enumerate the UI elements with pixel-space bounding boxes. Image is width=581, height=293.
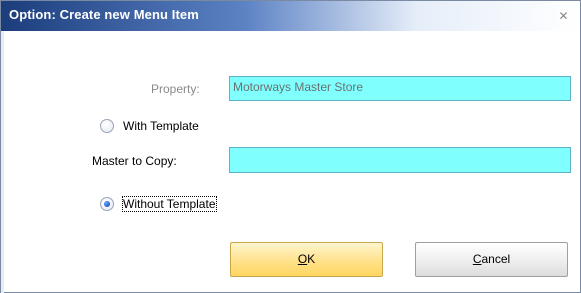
ok-label-rest: K (307, 252, 316, 266)
create-menu-item-dialog: Option: Create new Menu Item ✕ Property:… (0, 0, 581, 293)
window-left-edge (1, 31, 4, 293)
title-bar[interactable]: Option: Create new Menu Item ✕ (1, 1, 580, 31)
with-template-label[interactable]: With Template (123, 119, 199, 133)
master-to-copy-label: Master to Copy: (92, 154, 177, 168)
property-value: Motorways Master Store (233, 80, 364, 94)
radio-selected-dot (104, 201, 110, 207)
ok-button[interactable]: OK (230, 242, 383, 277)
ok-mnemonic: O (297, 252, 308, 266)
master-to-copy-field[interactable] (229, 147, 571, 173)
without-template-radio[interactable] (100, 197, 114, 211)
property-label: Property: (151, 82, 200, 96)
property-field[interactable]: Motorways Master Store (229, 76, 571, 101)
dialog-title: Option: Create new Menu Item (9, 7, 199, 22)
cancel-label-rest: ancel (481, 252, 511, 266)
close-icon[interactable]: ✕ (557, 10, 570, 23)
without-template-label[interactable]: Without Template (122, 196, 217, 212)
cancel-button[interactable]: Cancel (415, 242, 568, 277)
with-template-radio[interactable] (100, 119, 114, 133)
